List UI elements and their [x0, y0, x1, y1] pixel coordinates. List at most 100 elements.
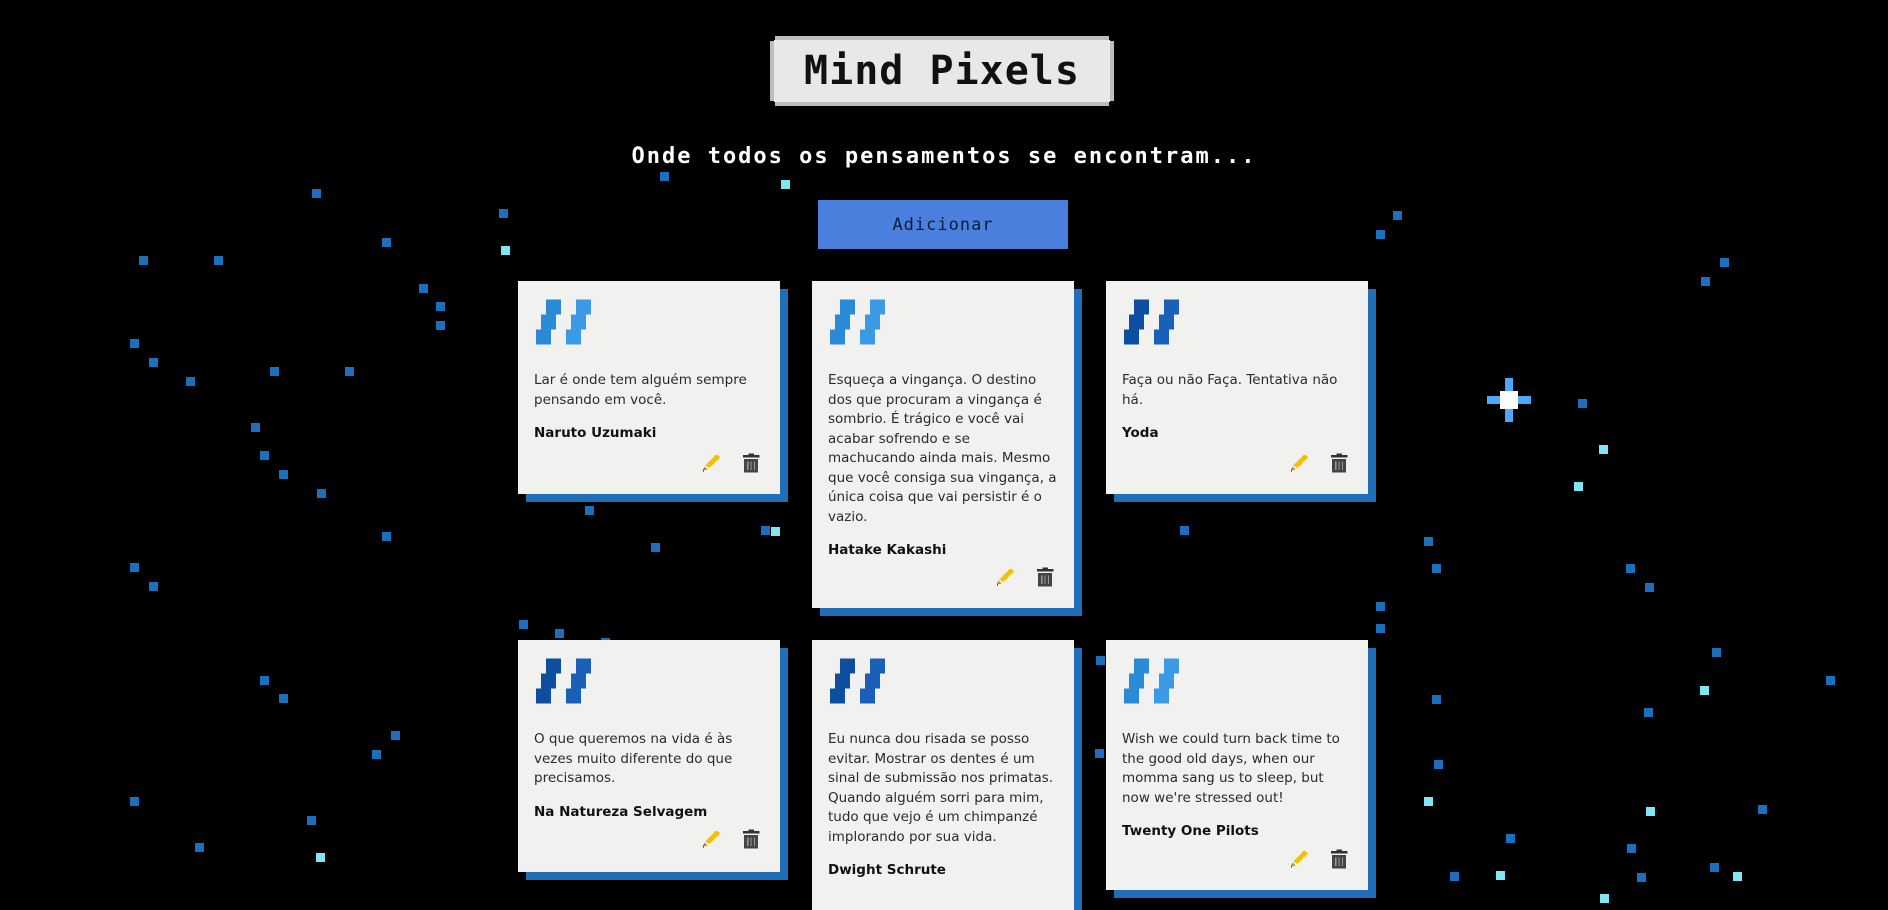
- star-pixel: [130, 339, 139, 348]
- star-pixel: [382, 238, 391, 247]
- sparkle-star: [1487, 378, 1531, 422]
- quote-icon: [536, 658, 596, 704]
- star-pixel: [1393, 211, 1402, 220]
- star-pixel: [1424, 537, 1433, 546]
- star-pixel: [781, 180, 790, 189]
- card-text: Faça ou não Faça. Tentativa não há.: [1122, 372, 1338, 408]
- star-pixel: [1627, 844, 1636, 853]
- star-pixel: [345, 367, 354, 376]
- pencil-icon[interactable]: [1288, 452, 1310, 474]
- star-pixel: [270, 367, 279, 376]
- star-pixel: [585, 506, 594, 515]
- star-pixel: [1496, 871, 1505, 880]
- star-pixel: [149, 358, 158, 367]
- star-pixel: [1710, 863, 1719, 872]
- page-title: Mind Pixels: [804, 48, 1080, 94]
- thought-card: Wish we could turn back time to the good…: [1106, 640, 1368, 890]
- star-pixel: [1733, 872, 1742, 881]
- star-pixel: [1376, 602, 1385, 611]
- star-pixel: [1599, 445, 1608, 454]
- thought-card: O que queremos na vida é às vezes muito …: [518, 640, 780, 872]
- star-pixel: [130, 563, 139, 572]
- star-pixel: [1506, 834, 1515, 843]
- star-pixel: [149, 582, 158, 591]
- star-pixel: [1600, 894, 1609, 903]
- star-pixel: [130, 797, 139, 806]
- trash-icon[interactable]: [740, 452, 762, 474]
- star-pixel: [1701, 277, 1710, 286]
- pencil-icon[interactable]: [1288, 848, 1310, 870]
- trash-icon[interactable]: [1328, 848, 1350, 870]
- quote-icon: [830, 299, 890, 345]
- star-pixel: [1646, 807, 1655, 816]
- star-pixel: [1424, 797, 1433, 806]
- star-pixel: [195, 843, 204, 852]
- star-pixel: [1376, 230, 1385, 239]
- star-pixel: [251, 423, 260, 432]
- star-pixel: [1432, 695, 1441, 704]
- quote-icon: [536, 299, 596, 345]
- star-pixel: [1645, 583, 1654, 592]
- star-pixel: [660, 172, 669, 181]
- star-pixel: [1095, 749, 1104, 758]
- pencil-icon[interactable]: [994, 566, 1016, 588]
- star-pixel: [312, 189, 321, 198]
- quote-icon: [1124, 658, 1184, 704]
- thought-card: Faça ou não Faça. Tentativa não há. Yoda: [1106, 281, 1368, 494]
- card-text: Eu nunca dou risada se posso evitar. Mos…: [828, 731, 1054, 845]
- pencil-icon[interactable]: [700, 828, 722, 850]
- star-pixel: [214, 256, 223, 265]
- star-pixel: [279, 470, 288, 479]
- star-pixel: [1712, 648, 1721, 657]
- star-pixel: [1432, 564, 1441, 573]
- card-author: Twenty One Pilots: [1122, 823, 1259, 839]
- star-pixel: [436, 302, 445, 311]
- star-pixel: [391, 731, 400, 740]
- trash-icon[interactable]: [740, 828, 762, 850]
- card-text: O que queremos na vida é às vezes muito …: [534, 731, 733, 786]
- page-subtitle: Onde todos os pensamentos se encontram..…: [631, 144, 1257, 169]
- card-text: Wish we could turn back time to the good…: [1122, 731, 1340, 806]
- star-pixel: [139, 256, 148, 265]
- star-pixel: [771, 527, 780, 536]
- star-pixel: [1096, 656, 1105, 665]
- star-pixel: [1450, 872, 1459, 881]
- star-pixel: [501, 246, 510, 255]
- star-pixel: [260, 451, 269, 460]
- star-pixel: [279, 694, 288, 703]
- star-pixel: [519, 620, 528, 629]
- star-pixel: [436, 321, 445, 330]
- card-author: Hatake Kakashi: [828, 542, 947, 558]
- star-pixel: [382, 532, 391, 541]
- card-author: Naruto Uzumaki: [534, 425, 657, 441]
- quote-icon: [1124, 299, 1184, 345]
- star-pixel: [555, 629, 564, 638]
- trash-icon[interactable]: [1328, 452, 1350, 474]
- star-pixel: [1626, 564, 1635, 573]
- add-button[interactable]: Adicionar: [818, 200, 1068, 249]
- card-text: Lar é onde tem alguém sempre pensando em…: [534, 372, 747, 408]
- pencil-icon[interactable]: [700, 452, 722, 474]
- star-pixel: [1826, 676, 1835, 685]
- thought-card: Lar é onde tem alguém sempre pensando em…: [518, 281, 780, 494]
- star-pixel: [1574, 482, 1583, 491]
- star-pixel: [316, 853, 325, 862]
- star-pixel: [1376, 624, 1385, 633]
- star-pixel: [1644, 708, 1653, 717]
- star-pixel: [761, 526, 770, 535]
- star-pixel: [317, 489, 326, 498]
- star-pixel: [1637, 873, 1646, 882]
- card-author: Dwight Schrute: [828, 862, 946, 878]
- trash-icon[interactable]: [1034, 566, 1056, 588]
- star-pixel: [651, 543, 660, 552]
- star-pixel: [372, 750, 381, 759]
- title-box: Mind Pixels: [774, 40, 1110, 102]
- card-author: Yoda: [1122, 425, 1159, 441]
- star-pixel: [1434, 760, 1443, 769]
- star-pixel: [307, 816, 316, 825]
- star-pixel: [1578, 399, 1587, 408]
- star-pixel: [499, 209, 508, 218]
- card-author: Na Natureza Selvagem: [534, 803, 708, 820]
- star-pixel: [260, 676, 269, 685]
- star-pixel: [1720, 258, 1729, 267]
